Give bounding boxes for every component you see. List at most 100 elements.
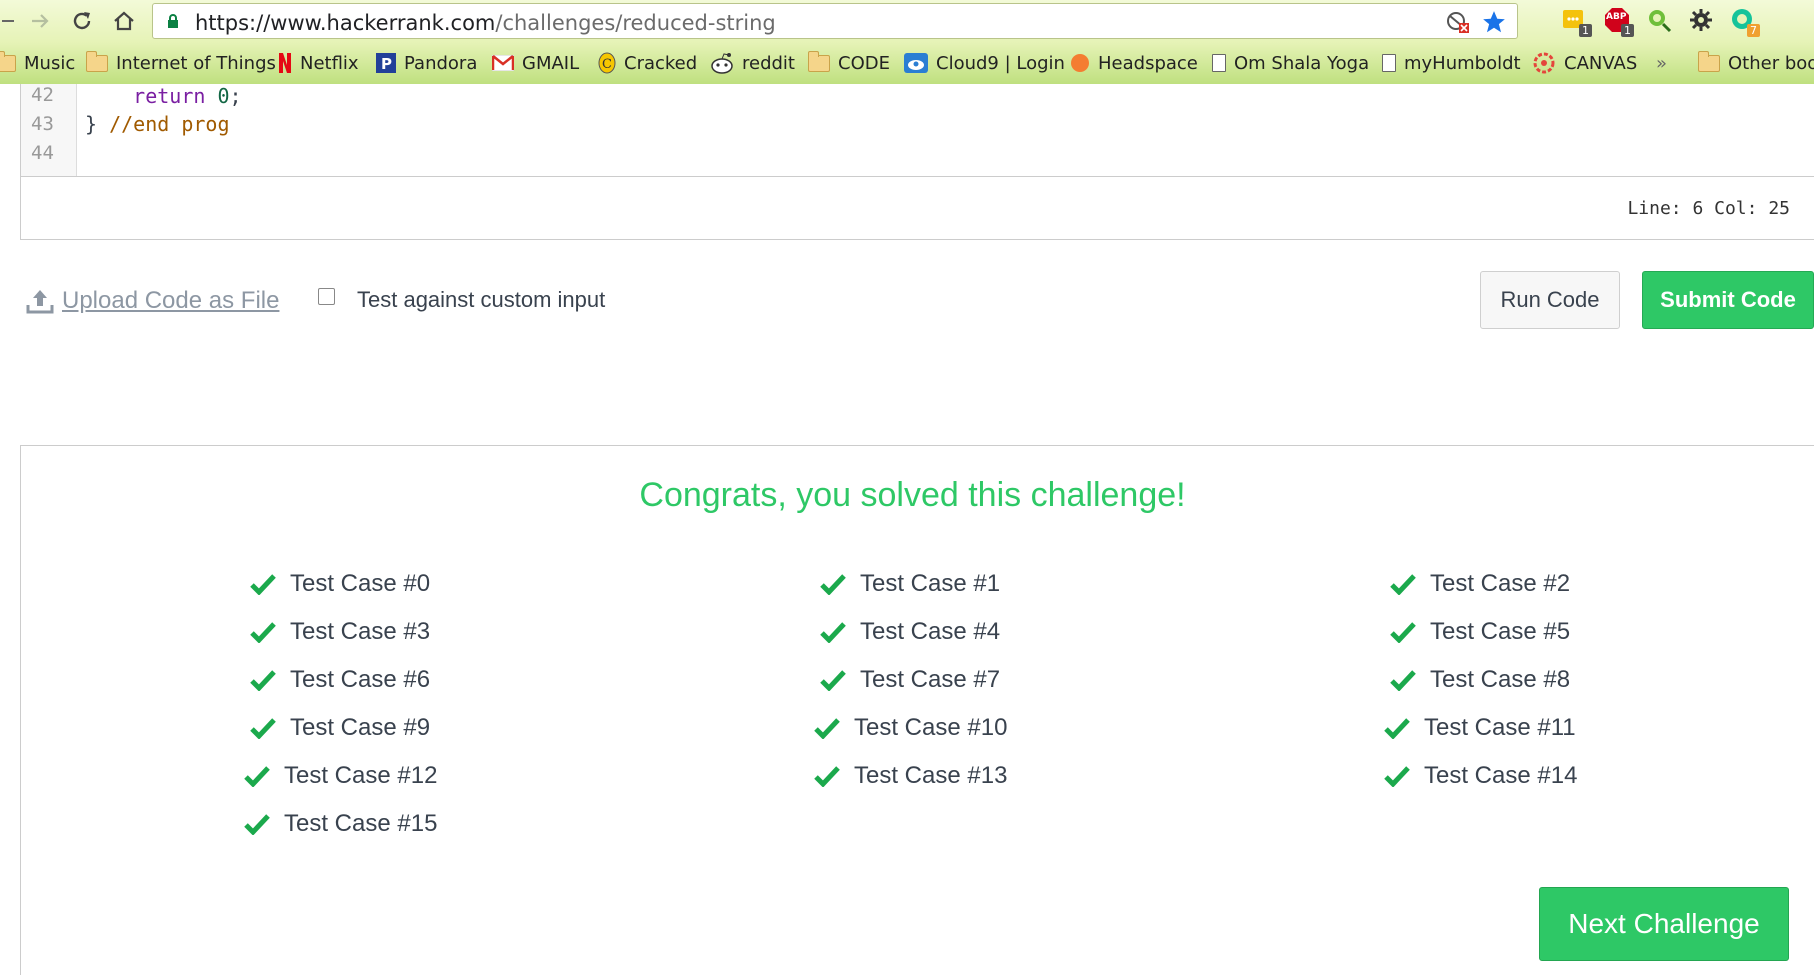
checkmark-icon	[820, 574, 846, 595]
star-icon[interactable]	[1481, 9, 1507, 35]
test-case-label: Test Case #12	[284, 762, 438, 789]
checkmark-icon	[820, 670, 846, 691]
code-editor[interactable]: 42 43 44 return 0; } //end prog Line: 6 …	[20, 84, 1814, 240]
bookmark-gmail[interactable]: GMAIL	[492, 51, 579, 75]
custom-input-label[interactable]: Test against custom input	[357, 287, 605, 313]
bookmark-myhumboldt[interactable]: myHumboldt	[1382, 51, 1521, 75]
search-ext-icon[interactable]	[1644, 5, 1674, 35]
custom-input-checkbox[interactable]	[318, 287, 335, 305]
overflow-label: »	[1656, 52, 1668, 74]
extension-badge: 1	[1579, 24, 1592, 37]
extension-1-icon[interactable]: 1	[1560, 5, 1592, 37]
bookmark-label: CANVAS	[1564, 52, 1638, 74]
bookmark-netflix[interactable]: Netflix	[278, 51, 359, 75]
adblock-badge: 1	[1621, 24, 1634, 37]
upload-code-link[interactable]: Upload Code as File	[26, 287, 279, 315]
bookmark-canvas[interactable]: CANVAS	[1532, 51, 1637, 75]
gmail-icon	[492, 55, 514, 71]
code-line[interactable]: } //end prog	[85, 112, 230, 136]
blocked-icon[interactable]	[1445, 9, 1471, 35]
run-code-button[interactable]: Run Code	[1480, 271, 1620, 329]
bookmark-code[interactable]: CODE	[808, 50, 890, 75]
test-case-label: Test Case #1	[860, 570, 1001, 597]
bookmarks-overflow-button[interactable]: »	[1656, 51, 1667, 75]
cloud9-icon	[904, 53, 928, 73]
code-token: return	[133, 84, 206, 108]
home-icon[interactable]	[110, 7, 138, 35]
bookmarks-bar: Music Internet of Things Netflix P Pando…	[0, 42, 1814, 84]
checkmark-icon	[1384, 766, 1410, 787]
checkmark-icon	[1390, 574, 1416, 595]
test-case-label: Test Case #13	[854, 762, 1008, 789]
custom-input-option[interactable]: Test against custom input	[318, 287, 605, 313]
test-case-item: Test Case #8	[1390, 666, 1570, 694]
bookmark-pandora[interactable]: P Pandora	[376, 51, 477, 75]
folder-icon	[0, 50, 16, 72]
bookmark-music[interactable]: Music	[0, 50, 76, 75]
bookmark-other-bookmarks[interactable]: Other boo	[1698, 50, 1814, 75]
bookmark-cloud9[interactable]: Cloud9 | Login	[904, 51, 1065, 75]
checkmark-icon	[250, 670, 276, 691]
bookmark-label: myHumboldt	[1404, 52, 1521, 74]
test-case-item: Test Case #12	[244, 762, 437, 790]
reload-icon[interactable]	[68, 7, 96, 35]
url-path: /challenges/reduced-string	[495, 11, 776, 35]
page-icon	[1382, 54, 1396, 72]
bookmark-label: GMAIL	[522, 52, 580, 74]
url-text[interactable]: https://www.hackerrank.com/challenges/re…	[195, 11, 776, 35]
test-case-label: Test Case #4	[860, 618, 1001, 645]
canvas-icon	[1533, 52, 1555, 74]
test-case-item: Test Case #2	[1390, 570, 1570, 598]
folder-icon	[808, 50, 830, 72]
test-case-item: Test Case #11	[1384, 714, 1576, 742]
submit-code-button[interactable]: Submit Code	[1642, 271, 1814, 329]
test-case-label: Test Case #8	[1430, 666, 1571, 693]
grammarly-icon[interactable]: 7	[1728, 5, 1760, 37]
bookmark-label: Headspace	[1098, 52, 1198, 74]
code-line[interactable]: return 0;	[85, 84, 242, 108]
bookmark-label: Music	[24, 52, 76, 74]
checkmark-icon	[820, 622, 846, 643]
test-case-label: Test Case #3	[290, 618, 431, 645]
checkmark-icon	[814, 766, 840, 787]
bookmark-headspace[interactable]: Headspace	[1070, 51, 1198, 75]
bookmark-cracked[interactable]: C Cracked	[598, 51, 697, 75]
test-case-label: Test Case #11	[1424, 714, 1576, 741]
line-gutter: 42 43 44	[21, 84, 77, 176]
next-challenge-button[interactable]: Next Challenge	[1539, 887, 1789, 961]
code-token: //end prog	[109, 112, 230, 136]
bookmark-label: Netflix	[300, 52, 359, 74]
bookmark-om-shala-yoga[interactable]: Om Shala Yoga	[1212, 51, 1369, 75]
test-case-label: Test Case #14	[1424, 762, 1578, 789]
forward-icon[interactable]	[26, 7, 54, 35]
url-host: https://www.hackerrank.com	[195, 11, 496, 35]
abp-label: ABP	[1606, 12, 1627, 22]
code-token: ;	[229, 84, 242, 108]
lock-icon	[168, 14, 178, 28]
test-case-item: Test Case #3	[250, 618, 430, 646]
test-case-label: Test Case #6	[290, 666, 431, 693]
test-case-label: Test Case #9	[290, 714, 431, 741]
upload-code-label[interactable]: Upload Code as File	[62, 287, 279, 315]
bookmark-reddit[interactable]: reddit	[710, 51, 795, 75]
back-icon[interactable]	[0, 7, 22, 35]
line-number: 42	[31, 84, 54, 106]
address-bar[interactable]: https://www.hackerrank.com/challenges/re…	[152, 3, 1518, 39]
test-case-label: Test Case #15	[284, 810, 438, 837]
checkmark-icon	[1390, 622, 1416, 643]
test-case-item: Test Case #10	[814, 714, 1007, 742]
code-token: 0	[217, 84, 230, 108]
adblock-icon[interactable]: ABP 1	[1602, 5, 1634, 37]
test-case-label: Test Case #5	[1430, 618, 1571, 645]
gear-icon[interactable]	[1686, 5, 1716, 35]
bookmark-label: Pandora	[404, 52, 478, 74]
bookmark-internet-of-things[interactable]: Internet of Things	[86, 50, 276, 75]
headspace-icon	[1071, 54, 1089, 72]
page-icon	[1212, 54, 1226, 72]
test-case-item: Test Case #0	[250, 570, 430, 598]
bookmark-label: Cloud9 | Login	[936, 52, 1065, 74]
checkmark-icon	[250, 574, 276, 595]
test-case-item: Test Case #13	[814, 762, 1007, 790]
upload-icon	[26, 290, 54, 314]
